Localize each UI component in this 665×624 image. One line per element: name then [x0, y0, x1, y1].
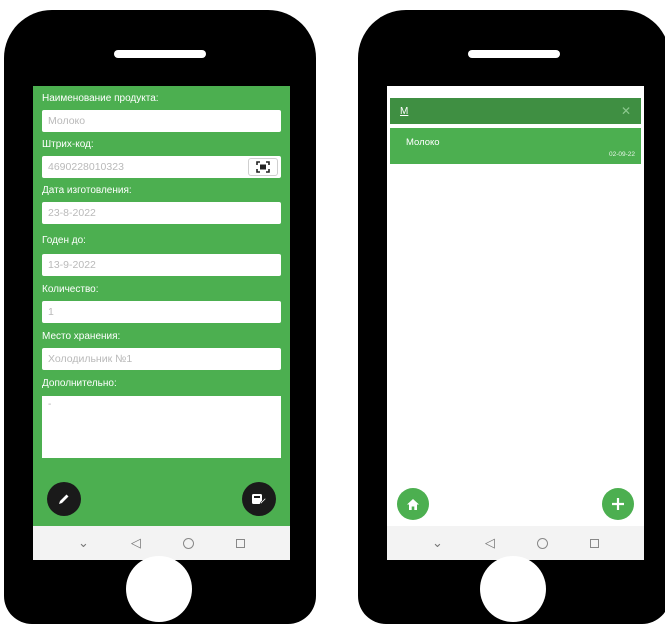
search-bar[interactable]: М ✕	[390, 98, 641, 124]
action-bar	[33, 466, 290, 526]
quantity-label: Количество:	[42, 284, 99, 295]
product-form: Наименование продукта: Молоко Штрих-код:…	[33, 86, 290, 466]
expiry-date-label: Годен до:	[42, 235, 86, 246]
home-icon	[407, 498, 419, 510]
item-name: Молоко	[406, 137, 440, 148]
speaker-grille	[468, 50, 560, 58]
additional-textarea[interactable]: -	[42, 396, 281, 458]
chevron-down-icon[interactable]: ⌄	[432, 537, 443, 550]
scan-icon	[256, 161, 270, 173]
back-triangle-icon[interactable]: ◁	[485, 537, 495, 550]
barcode-label: Штрих-код:	[42, 139, 94, 150]
save-button[interactable]	[242, 482, 276, 516]
quantity-field[interactable]: 1	[42, 301, 281, 323]
recent-square-icon[interactable]	[589, 538, 599, 548]
recent-square-icon[interactable]	[235, 538, 245, 548]
system-nav-bar: ⌄ ◁	[387, 526, 644, 560]
hardware-home-button[interactable]	[126, 556, 192, 622]
phone-frame-right: М ✕ Молоко 02-09-22 ⌄ ◁	[358, 10, 665, 624]
add-button[interactable]	[602, 488, 634, 520]
close-icon[interactable]: ✕	[621, 104, 631, 118]
phone-frame-left: Наименование продукта: Молоко Штрих-код:…	[4, 10, 316, 624]
barcode-field[interactable]: 4690228010323	[42, 156, 281, 178]
barcode-value: 4690228010323	[48, 161, 124, 173]
edit-button[interactable]	[47, 482, 81, 516]
manufacture-date-field[interactable]: 23-8-2022	[42, 202, 281, 224]
plus-icon	[612, 498, 624, 510]
chevron-down-icon[interactable]: ⌄	[78, 537, 89, 550]
product-edit-screen: Наименование продукта: Молоко Штрих-код:…	[33, 86, 290, 560]
search-input[interactable]: М	[400, 106, 408, 117]
back-triangle-icon[interactable]: ◁	[131, 537, 141, 550]
product-name-label: Наименование продукта:	[42, 93, 159, 104]
system-nav-bar: ⌄ ◁	[33, 526, 290, 560]
home-button[interactable]	[397, 488, 429, 520]
hardware-home-button[interactable]	[480, 556, 546, 622]
item-date: 02-09-22	[608, 151, 635, 158]
storage-place-field[interactable]: Холодильник №1	[42, 348, 281, 370]
product-name-field[interactable]: Молоко	[42, 110, 281, 132]
additional-label: Дополнительно:	[42, 378, 117, 389]
pencil-icon	[59, 494, 69, 504]
home-circle-icon[interactable]	[536, 537, 548, 549]
speaker-grille	[114, 50, 206, 58]
scan-barcode-button[interactable]	[248, 158, 278, 176]
expiry-date-field[interactable]: 13-9-2022	[42, 254, 281, 276]
save-edit-icon	[252, 494, 267, 505]
list-item[interactable]: Молоко 02-09-22	[390, 128, 641, 164]
manufacture-date-label: Дата изготовления:	[42, 185, 132, 196]
storage-place-label: Место хранения:	[42, 331, 121, 342]
product-list-screen: М ✕ Молоко 02-09-22 ⌄ ◁	[387, 86, 644, 560]
home-circle-icon[interactable]	[182, 537, 194, 549]
